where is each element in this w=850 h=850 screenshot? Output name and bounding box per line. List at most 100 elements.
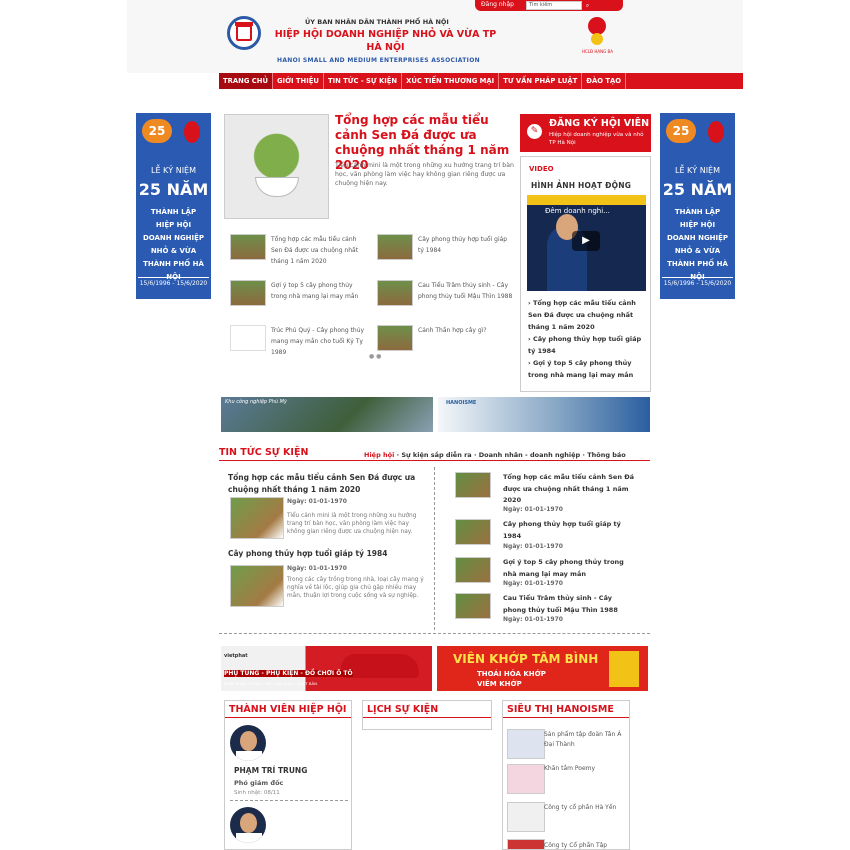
news-title[interactable]: Tổng hợp các mẫu tiểu cảnh Sen Đá được ư…: [503, 472, 635, 507]
register-member-box[interactable]: ✎ ĐĂNG KÝ HỘI VIÊN Hiệp hội doanh nghiệp…: [520, 114, 651, 152]
market-item[interactable]: Công ty Cổ phần Tập: [544, 841, 632, 850]
market-thumb[interactable]: [507, 839, 545, 850]
news-title[interactable]: Cau Tiểu Trâm thủy sinh - Cây phong thủy…: [503, 593, 635, 616]
related-item[interactable]: Tổng hợp các mẫu tiểu cảnh Sen Đá được ư…: [230, 234, 370, 270]
ad-banner-autoparts[interactable]: vietphat PHỤ TÙNG - PHỤ KIỆN - ĐỒ CHƠI Ô…: [221, 646, 432, 691]
search-icon[interactable]: ⌕: [583, 1, 592, 10]
market-thumb[interactable]: [507, 729, 545, 759]
thumbnail: [377, 325, 413, 351]
member-birthday: Sinh nhật: 08/11: [234, 790, 280, 796]
news-thumb[interactable]: [455, 593, 491, 619]
nav-home[interactable]: TRANG CHỦ: [219, 73, 273, 89]
market-heading: SIÊU THỊ HANOISME: [507, 704, 614, 715]
related-item[interactable]: Cau Tiểu Trâm thủy sinh - Cây phong thủy…: [377, 280, 517, 316]
news-date: Ngày: 01-01-1970: [287, 498, 347, 505]
nav-training[interactable]: ĐÀO TẠO: [582, 73, 627, 89]
nav-news[interactable]: TIN TỨC - SỰ KIỆN: [324, 73, 403, 89]
search-input[interactable]: Tìm kiếm: [526, 1, 582, 10]
news-title[interactable]: Cây phong thủy hợp tuổi giáp tý 1984: [503, 519, 635, 542]
market-thumb[interactable]: [507, 802, 545, 832]
related-item[interactable]: Cảnh Thần hợp cây gì?: [377, 325, 517, 361]
header-english: HANOI SMALL AND MEDIUM ENTERPRISES ASSOC…: [277, 57, 480, 64]
tab-business[interactable]: Doanh nhân - doanh nghiệp: [479, 451, 580, 459]
member-name[interactable]: PHẠM TRÍ TRUNG: [234, 766, 307, 775]
news-thumb[interactable]: [455, 519, 491, 545]
thumbnail: [230, 280, 266, 306]
news-desc: Trong các cây trồng trong nhà, loại cây …: [287, 577, 424, 599]
banner-line2: 25 NĂM: [138, 180, 209, 199]
related-item[interactable]: Trúc Phú Quý - Cây phong thủy mang may m…: [230, 325, 370, 361]
video-label: VIDEO: [529, 165, 554, 173]
register-desc: Hiệp hội doanh nghiệp vừa và nhỏ TP Hà N…: [549, 132, 644, 146]
thumbnail: [230, 325, 266, 351]
side-banner-left[interactable]: 25 LỄ KỶ NIỆM 25 NĂM THÀNH LẬP HIỆP HỘI DO…: [136, 113, 211, 299]
related-item[interactable]: Gợi ý top 5 cây phong thủy trong nhà man…: [230, 280, 370, 316]
video-link[interactable]: › Tổng hợp các mẫu tiểu cảnh Sen Đá được…: [528, 297, 648, 333]
section-divider: [219, 633, 650, 634]
nav-legal[interactable]: TƯ VẤN PHÁP LUẬT: [499, 73, 583, 89]
banner-dates: 15/6/1996 - 15/6/2020: [138, 277, 209, 287]
events-heading: LỊCH SỰ KIỆN: [367, 704, 439, 715]
market-item[interactable]: Sản phẩm tập đoàn Tân Á Đại Thành: [544, 730, 632, 750]
market-thumb[interactable]: [507, 764, 545, 794]
main-nav: TRANG CHỦ GIỚI THIỆU TIN TỨC - SỰ KIỆN X…: [219, 73, 743, 89]
slider-dots[interactable]: ● ●: [369, 353, 381, 360]
news-image[interactable]: [230, 497, 284, 539]
news-tabs: Hiệp hội · Sự kiện sắp diễn ra · Doanh n…: [364, 451, 626, 459]
nav-trade[interactable]: XÚC TIẾN THƯƠNG MẠI: [402, 73, 500, 89]
video-player[interactable]: Đêm doanh nghi... ▶: [527, 195, 646, 291]
banner-line1: LỄ KỶ NIỆM: [150, 166, 197, 175]
nav-about[interactable]: GIỚI THIỆU: [273, 73, 324, 89]
banner-line3: THÀNH LẬP HIỆP HỘI DOANH NGHIỆP NHỎ & VỪA TH…: [142, 208, 205, 281]
video-title: HÌNH ẢNH HOẠT ĐỘNG: [531, 181, 632, 190]
news-desc: Tiểu cảnh mini là một trong những xu hướ…: [287, 513, 417, 535]
medal-caption: HCLĐ HẠNG BA: [582, 49, 613, 54]
tab-announcements[interactable]: Thông báo: [587, 451, 626, 459]
featured-desc: Tiểu cảnh mini là một trong những xu hướ…: [335, 162, 514, 187]
video-link[interactable]: › Cây phong thủy hợp tuổi giáp tý 1984: [528, 333, 648, 357]
news-date: Ngày: 01-01-1970: [287, 565, 347, 572]
news-date: Ngày: 01-01-1970: [503, 543, 563, 550]
side-banner-right[interactable]: 25 LỄ KỶ NIỆM 25 NĂM THÀNH LẬP HIỆP HỘI DO…: [660, 113, 735, 299]
thumbnail: [377, 280, 413, 306]
video-box: VIDEO HÌNH ẢNH HOẠT ĐỘNG Đêm doanh nghi.…: [520, 156, 651, 392]
news-heading: TIN TỨC SỰ KIỆN: [219, 447, 309, 458]
banner-line2: 25 NĂM: [662, 180, 733, 199]
events-calendar-box: LỊCH SỰ KIỆN: [362, 700, 492, 730]
ad-banner-industrial[interactable]: Khu công nghiệp Phú Mỹ: [221, 397, 433, 432]
member-divider: [230, 800, 348, 801]
featured-image[interactable]: [224, 114, 329, 219]
member-avatar[interactable]: [230, 725, 266, 761]
tab-association[interactable]: Hiệp hội: [364, 451, 394, 459]
banner-line1: LỄ KỶ NIỆM: [674, 166, 721, 175]
ad-banner-tambinh[interactable]: VIÊN KHỚP TÂM BÌNH THOÁI HÓA KHỚP VIÊM K…: [437, 646, 648, 691]
heading-underline: [219, 460, 650, 461]
related-item[interactable]: Cây phong thủy hợp tuổi giáp tý 1984: [377, 234, 517, 270]
emblem-icon: [184, 121, 200, 143]
header-subtitle: ỦY BAN NHÂN DÂN THÀNH PHỐ HÀ NỘI: [305, 18, 449, 26]
association-logo[interactable]: [227, 16, 261, 50]
member-avatar[interactable]: [230, 807, 266, 843]
news-title[interactable]: Gợi ý top 5 cây phong thủy trong nhà man…: [503, 557, 635, 580]
tab-upcoming[interactable]: Sự kiện sắp diễn ra: [401, 451, 471, 459]
login-link[interactable]: Đăng nhập: [481, 1, 514, 8]
thumbnail: [230, 234, 266, 260]
news-title[interactable]: Tổng hợp các mẫu tiểu cảnh Sen Đá được ư…: [228, 472, 423, 496]
thumbnail: [377, 234, 413, 260]
video-link[interactable]: › Gợi ý top 5 cây phong thủy trong nhà m…: [528, 357, 648, 381]
news-thumb[interactable]: [455, 472, 491, 498]
column-divider: [434, 467, 435, 630]
news-image[interactable]: [230, 565, 284, 607]
site-header: Đăng nhập Tìm kiếm ⌕ ỦY BAN NHÂN DÂN THÀ…: [127, 0, 743, 73]
ad-banner-hanoisme[interactable]: HANOISME: [438, 397, 650, 432]
emblem-icon: [708, 121, 724, 143]
news-thumb[interactable]: [455, 557, 491, 583]
play-icon[interactable]: ▶: [572, 231, 600, 251]
market-item[interactable]: Công ty cổ phần Hà Yến: [544, 803, 632, 813]
news-title[interactable]: Cây phong thủy hợp tuổi giáp tý 1984: [228, 548, 423, 560]
news-date: Ngày: 01-01-1970: [503, 506, 563, 513]
header-title: HIỆP HỘI DOANH NGHIỆP NHỎ VÀ VỪA TP HÀ N…: [274, 29, 497, 53]
register-icon: ✎: [527, 124, 542, 139]
market-item[interactable]: Khăn tắm Poemy: [544, 764, 632, 774]
register-title: ĐĂNG KÝ HỘI VIÊN: [549, 118, 650, 129]
